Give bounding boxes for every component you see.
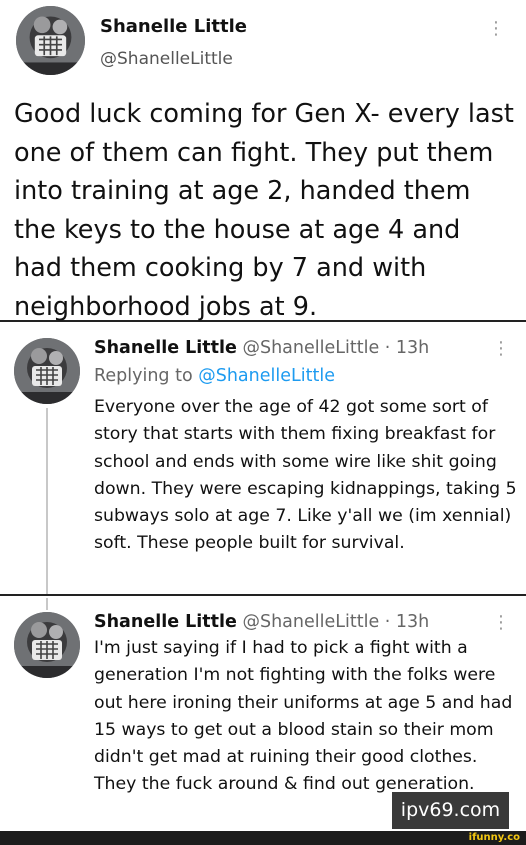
display-name[interactable]: Shanelle Little — [94, 338, 237, 358]
handle[interactable]: @ShanelleLittle — [100, 49, 233, 69]
more-options-icon[interactable]: ⋮ — [487, 20, 505, 38]
avatar[interactable] — [14, 338, 80, 404]
avatar-image — [14, 338, 80, 404]
avatar-image — [16, 6, 85, 75]
more-options-icon[interactable]: ⋮ — [492, 340, 510, 358]
reply-header: Shanelle Little @ShanelleLittle · 13h — [94, 338, 429, 358]
avatar[interactable] — [16, 6, 85, 75]
handle-timestamp[interactable]: @ShanelleLittle · 13h — [237, 338, 429, 358]
handle-timestamp[interactable]: @ShanelleLittle · 13h — [237, 612, 429, 632]
reply-header: Shanelle Little @ShanelleLittle · 13h — [94, 612, 429, 632]
replying-to-handle-link[interactable]: @ShanelleLittle — [198, 366, 335, 386]
tweet-text: I'm just saying if I had to pick a fight… — [94, 638, 513, 795]
display-name[interactable]: Shanelle Little — [100, 16, 247, 37]
thread-line — [46, 598, 48, 610]
ifunny-logo: ifunny.co — [468, 832, 520, 843]
tweet-text: Everyone over the age of 42 got some sor… — [94, 397, 517, 554]
more-options-icon[interactable]: ⋮ — [492, 614, 510, 632]
replying-to-label: Replying to — [94, 366, 199, 386]
main-tweet: Shanelle Little @ShanelleLittle ⋮ Good l… — [0, 0, 526, 322]
footer-bar: ifunny.co — [0, 831, 526, 845]
thread-line — [46, 408, 48, 594]
replying-to: Replying to @ShanelleLittle — [94, 366, 335, 386]
avatar-image — [14, 612, 80, 678]
tweet-text: Good luck coming for Gen X- every last o… — [14, 99, 514, 322]
avatar[interactable] — [14, 612, 80, 678]
reply-tweet-1: Shanelle Little @ShanelleLittle · 13h ⋮ … — [0, 324, 526, 596]
display-name[interactable]: Shanelle Little — [94, 612, 237, 632]
watermark: ipv69.com — [392, 792, 509, 829]
